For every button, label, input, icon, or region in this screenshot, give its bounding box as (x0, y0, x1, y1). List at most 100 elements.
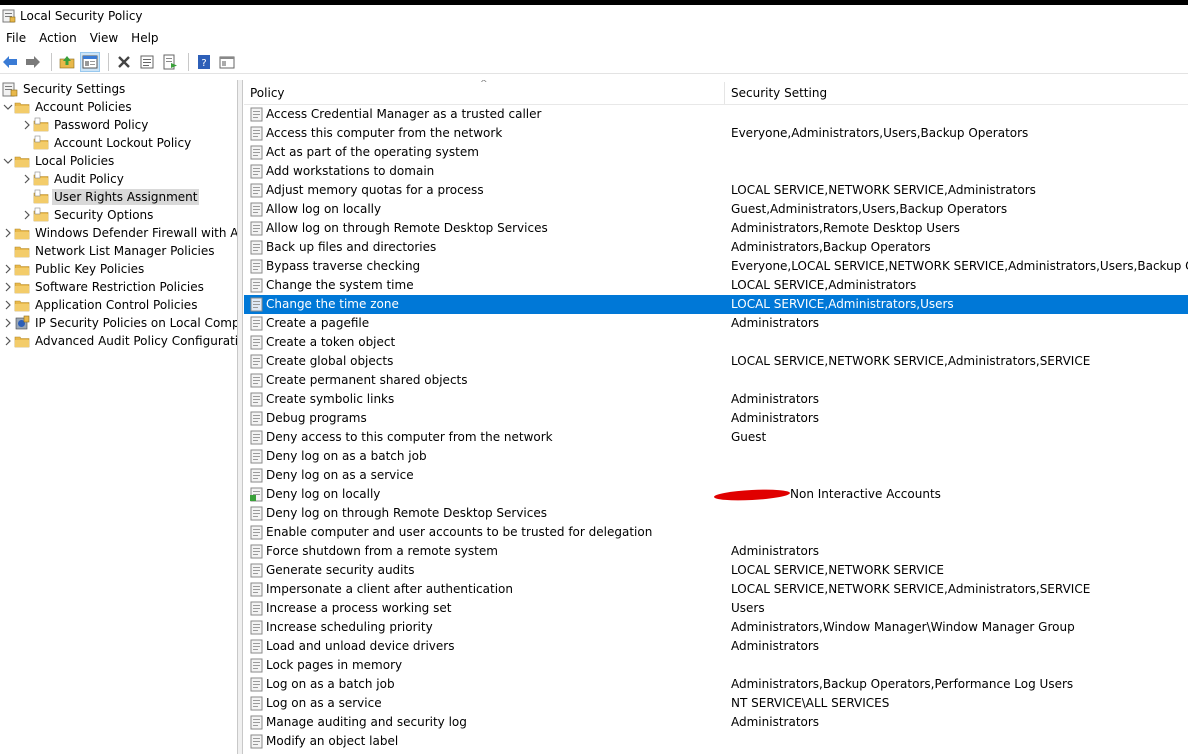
table-row[interactable]: Change the time zone LOCAL SERVICE,Admini… (244, 295, 1188, 314)
ip-security-icon (15, 315, 30, 330)
tree-expander[interactable] (2, 278, 14, 296)
tree-expander[interactable] (21, 188, 33, 206)
chevron-down-icon[interactable] (3, 103, 13, 111)
chevron-right-icon[interactable] (23, 174, 31, 184)
tree-expander[interactable] (2, 242, 14, 260)
tree-expander[interactable] (2, 224, 14, 242)
policy-name: Add workstations to domain (266, 164, 435, 178)
tree-expander[interactable] (21, 170, 33, 188)
menu-view[interactable]: View (84, 31, 125, 45)
tree-item[interactable]: Local Policies (2, 152, 116, 170)
help-button[interactable]: ? (194, 52, 214, 72)
delete-icon (118, 55, 130, 68)
tree-item[interactable]: Account Policies (2, 98, 134, 116)
tree-item[interactable]: Password Policy (21, 116, 150, 134)
chevron-right-icon[interactable] (4, 282, 12, 292)
table-row[interactable]: Manage auditing and security log Administ… (244, 713, 1188, 732)
table-row[interactable]: Allow log on locally Guest,Administrators… (244, 200, 1188, 219)
tree-item[interactable]: Public Key Policies (2, 260, 146, 278)
chevron-right-icon[interactable] (4, 318, 12, 328)
table-row[interactable]: Access this computer from the network Eve… (244, 124, 1188, 143)
tree-item-label: Password Policy (54, 118, 149, 132)
table-row[interactable]: Allow log on through Remote Desktop Serv… (244, 219, 1188, 238)
column-header-security-setting[interactable]: Security Setting (731, 80, 1181, 105)
tree-item[interactable]: IP Security Policies on Local Compute (2, 314, 237, 332)
show-hide-console-tree-button[interactable] (80, 51, 100, 72)
table-row[interactable]: Impersonate a client after authenticatio… (244, 580, 1188, 599)
tree-item[interactable]: Advanced Audit Policy Configuration (2, 332, 237, 350)
tree-expander[interactable] (21, 206, 33, 224)
tree-expander[interactable] (2, 332, 14, 350)
tree-expander[interactable] (21, 116, 33, 134)
table-row[interactable]: Lock pages in memory (244, 656, 1188, 675)
security-settings-icon (2, 82, 18, 97)
table-row[interactable]: Create a pagefile Administrators (244, 314, 1188, 333)
properties-button[interactable] (137, 52, 157, 72)
table-row[interactable]: Act as part of the operating system (244, 143, 1188, 162)
chevron-right-icon[interactable] (4, 264, 12, 274)
tree-item[interactable]: User Rights Assignment (21, 188, 200, 206)
tree-item[interactable]: Software Restriction Policies (2, 278, 206, 296)
menu-help[interactable]: Help (125, 31, 165, 45)
table-row[interactable]: Log on as a batch job Administrators,Back… (244, 675, 1188, 694)
console-tree-button[interactable] (217, 52, 237, 72)
chevron-down-icon[interactable] (3, 157, 13, 165)
tree-expander[interactable] (2, 314, 14, 332)
column-divider[interactable] (724, 82, 725, 104)
tree-expander[interactable] (2, 260, 14, 278)
console-tree-icon (219, 56, 235, 68)
table-row[interactable]: Add workstations to domain (244, 162, 1188, 181)
table-row[interactable]: Deny log on locally Non Interactive Accou… (244, 485, 1188, 504)
chevron-right-icon[interactable] (4, 336, 12, 346)
table-row[interactable]: Back up files and directories Administrat… (244, 238, 1188, 257)
delete-button[interactable] (114, 52, 134, 72)
table-row[interactable]: Adjust memory quotas for a process LOCAL … (244, 181, 1188, 200)
table-row[interactable]: Log on as a service NT SERVICE\ALL SERVIC… (244, 694, 1188, 713)
tree-root[interactable]: Security Settings (0, 80, 127, 98)
up-one-level-button[interactable] (57, 52, 77, 72)
policy-name: Create a pagefile (266, 316, 370, 330)
table-row[interactable]: Modify an object label (244, 732, 1188, 751)
table-row[interactable]: Access Credential Manager as a trusted c… (244, 105, 1188, 124)
table-row[interactable]: Deny log on as a batch job (244, 447, 1188, 466)
table-row[interactable]: Create a token object (244, 333, 1188, 352)
table-row[interactable]: Force shutdown from a remote system Admin… (244, 542, 1188, 561)
tree-item[interactable]: Security Options (21, 206, 155, 224)
chevron-right-icon[interactable] (4, 300, 12, 310)
tree-item[interactable]: Application Control Policies (2, 296, 199, 314)
column-header-policy[interactable]: Policy (250, 80, 720, 105)
table-row[interactable]: Change the system time LOCAL SERVICE,Admi… (244, 276, 1188, 295)
tree-item[interactable]: Audit Policy (21, 170, 126, 188)
tree-expander[interactable] (2, 296, 14, 314)
policy-icon (250, 221, 263, 236)
table-row[interactable]: Create global objects LOCAL SERVICE,NETWO… (244, 352, 1188, 371)
security-setting-value: Administrators (731, 392, 820, 406)
table-row[interactable]: Deny log on through Remote Desktop Servi… (244, 504, 1188, 523)
tree-item[interactable]: Account Lockout Policy (21, 134, 193, 152)
table-row[interactable]: Debug programs Administrators (244, 409, 1188, 428)
tree-expander[interactable] (2, 152, 14, 170)
pane-splitter[interactable] (238, 80, 243, 754)
table-row[interactable]: Deny access to this computer from the ne… (244, 428, 1188, 447)
table-row[interactable]: Increase scheduling priority Administrato… (244, 618, 1188, 637)
forward-button[interactable] (23, 52, 43, 72)
table-row[interactable]: Generate security audits LOCAL SERVICE,NE… (244, 561, 1188, 580)
table-row[interactable]: Increase a process working set Users (244, 599, 1188, 618)
table-row[interactable]: Load and unload device drivers Administra… (244, 637, 1188, 656)
chevron-right-icon[interactable] (4, 228, 12, 238)
tree-item[interactable]: Network List Manager Policies (2, 242, 217, 260)
chevron-right-icon[interactable] (23, 210, 31, 220)
table-row[interactable]: Create permanent shared objects (244, 371, 1188, 390)
menu-file[interactable]: File (0, 31, 33, 45)
table-row[interactable]: Enable computer and user accounts to be … (244, 523, 1188, 542)
chevron-right-icon[interactable] (23, 120, 31, 130)
tree-item[interactable]: Windows Defender Firewall with Adva (2, 224, 237, 242)
table-row[interactable]: Deny log on as a service (244, 466, 1188, 485)
tree-expander[interactable] (2, 98, 14, 116)
export-list-button[interactable] (160, 52, 180, 72)
table-row[interactable]: Create symbolic links Administrators (244, 390, 1188, 409)
back-button[interactable] (0, 52, 20, 72)
menu-action[interactable]: Action (33, 31, 84, 45)
tree-expander[interactable] (21, 134, 33, 152)
table-row[interactable]: Bypass traverse checking Everyone,LOCAL S… (244, 257, 1188, 276)
